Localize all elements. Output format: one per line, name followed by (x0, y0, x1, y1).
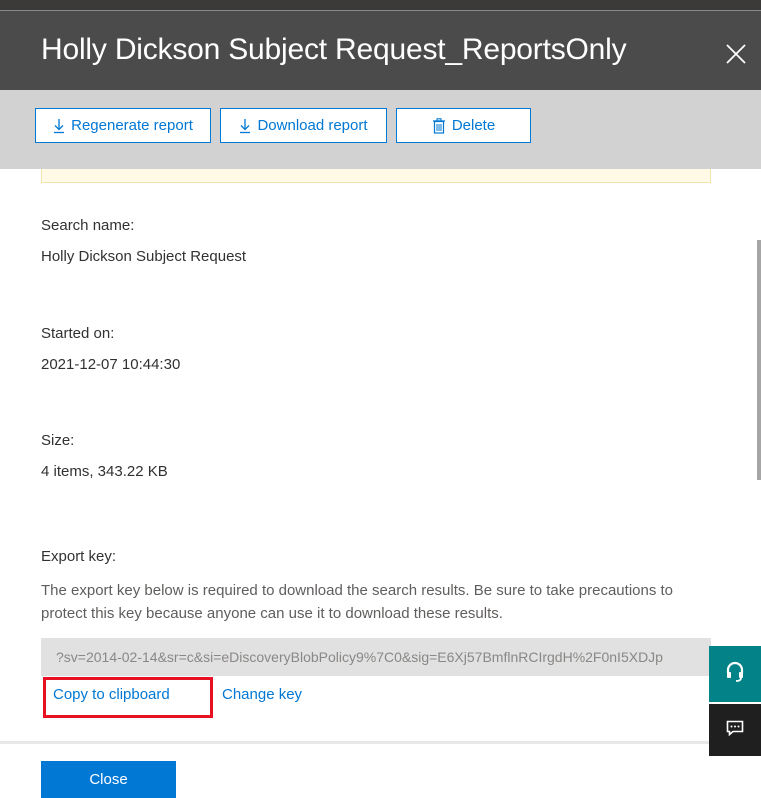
size-label: Size: (41, 432, 75, 449)
panel-header: Holly Dickson Subject Request_ReportsOnl… (0, 11, 761, 90)
started-on-label: Started on: (41, 325, 115, 342)
regenerate-report-label: Regenerate report (71, 117, 193, 134)
export-key-label: Export key: (41, 548, 117, 565)
search-name-label: Search name: (41, 217, 135, 234)
help-headset-icon (725, 661, 745, 688)
close-button[interactable]: Close (41, 761, 176, 798)
footer-divider (0, 741, 761, 744)
search-name-value: Holly Dickson Subject Request (41, 248, 247, 265)
size-value: 4 items, 343.22 KB (41, 463, 168, 480)
panel-title: Holly Dickson Subject Request_ReportsOnl… (41, 33, 627, 66)
window-top-strip (0, 0, 761, 11)
export-key-field[interactable]: ?sv=2014-02-14&sr=c&si=eDiscoveryBlobPol… (41, 638, 711, 676)
notice-banner (41, 169, 711, 183)
help-button[interactable] (709, 646, 761, 702)
feedback-icon (726, 720, 744, 741)
toolbar: Regenerate report Download report Delete (0, 90, 761, 169)
change-key-link[interactable]: Change key (222, 686, 302, 703)
started-on-value: 2021-12-07 10:44:30 (41, 356, 181, 373)
download-report-label: Download report (257, 117, 368, 134)
highlight-annotation (43, 677, 213, 718)
download-report-button[interactable]: Download report (220, 108, 387, 143)
feedback-button[interactable] (709, 704, 761, 756)
delete-label: Delete (451, 117, 496, 134)
regenerate-report-button[interactable]: Regenerate report (35, 108, 211, 143)
export-key-description: The export key below is required to down… (41, 582, 674, 622)
delete-button[interactable]: Delete (396, 108, 531, 143)
download-arrow-icon (239, 118, 251, 134)
download-arrow-icon (53, 118, 65, 134)
scrollbar-thumb[interactable] (757, 240, 761, 480)
trash-icon (432, 117, 446, 134)
close-icon[interactable] (724, 42, 748, 66)
